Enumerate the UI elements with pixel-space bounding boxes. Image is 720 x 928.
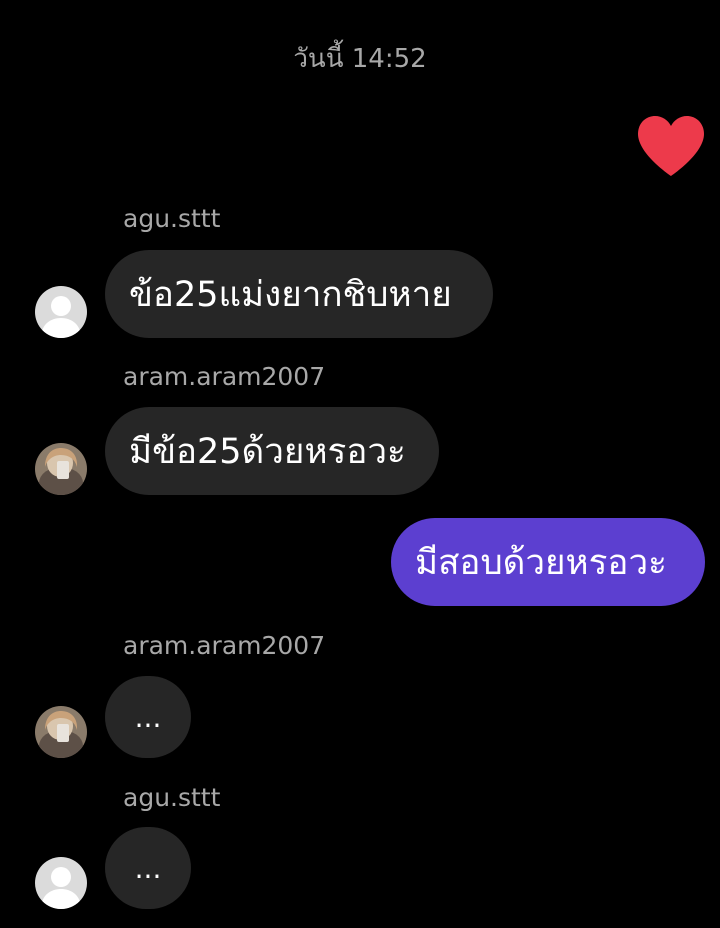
sender-name: agu.sttt [123,783,221,812]
chat-timestamp: วันนี้ 14:52 [293,44,427,74]
heart-icon[interactable] [636,114,706,178]
message-bubble[interactable]: ... [105,676,191,758]
message-bubble[interactable]: ... [105,827,191,909]
photo-avatar[interactable] [35,443,87,495]
message-bubble[interactable]: ข้อ25แม่งยากชิบหาย [105,250,493,338]
message-text: ข้อ25แม่งยากชิบหาย [129,274,452,315]
sender-name: aram.aram2007 [123,631,326,660]
default-avatar-icon[interactable] [35,857,87,909]
sender-name: agu.sttt [123,204,221,233]
sender-name: aram.aram2007 [123,362,326,391]
message-text: ... [134,851,162,885]
message-text: ... [134,700,162,734]
default-avatar-icon[interactable] [35,286,87,338]
message-bubble-outgoing[interactable]: มีสอบด้วยหรอวะ [391,518,705,606]
message-text: มีข้อ25ด้วยหรอวะ [129,431,406,472]
message-bubble[interactable]: มีข้อ25ด้วยหรอวะ [105,407,439,495]
message-text: มีสอบด้วยหรอวะ [415,542,667,583]
photo-avatar[interactable] [35,706,87,758]
